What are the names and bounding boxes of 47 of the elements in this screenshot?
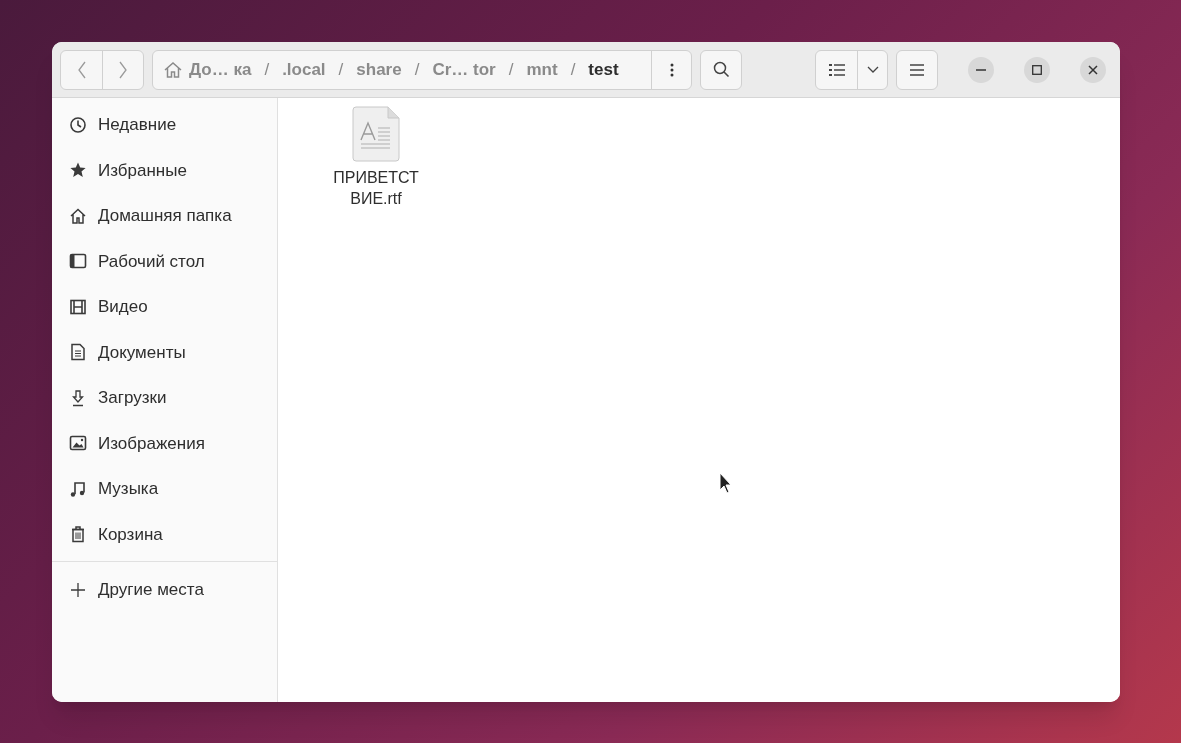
path-separator: / xyxy=(508,58,514,81)
list-icon xyxy=(828,62,845,77)
search-icon xyxy=(712,61,730,78)
home-icon xyxy=(163,60,183,79)
sidebar-item[interactable]: Другие места xyxy=(52,567,277,613)
menu-icon xyxy=(910,63,924,76)
desktop-icon xyxy=(69,252,87,271)
mouse-pointer-icon xyxy=(719,472,732,494)
star-icon xyxy=(69,161,87,180)
sidebar-item[interactable]: Загрузки xyxy=(52,375,277,421)
sidebar-item[interactable]: Рабочий стол xyxy=(52,238,277,284)
sidebar-item[interactable]: Избранные xyxy=(52,147,277,193)
sidebar-item[interactable]: Музыка xyxy=(52,466,277,512)
forward-icon xyxy=(119,60,127,79)
path-separator: / xyxy=(264,58,270,81)
maximize-button[interactable] xyxy=(1024,56,1050,83)
path-separator: / xyxy=(338,58,344,81)
path-segment[interactable]: test xyxy=(588,56,619,83)
close-button[interactable] xyxy=(1080,56,1106,83)
clock-icon xyxy=(69,115,87,134)
maximize-icon xyxy=(1032,64,1042,75)
sidebar-item[interactable]: Видео xyxy=(52,284,277,330)
film-icon xyxy=(69,297,87,316)
home-icon xyxy=(69,206,87,225)
path-separator: / xyxy=(570,58,576,81)
text-document-icon xyxy=(352,106,400,162)
download-icon xyxy=(69,388,87,407)
path-separator: / xyxy=(414,58,420,81)
plus-icon xyxy=(69,580,87,599)
trash-icon xyxy=(69,525,87,544)
document-icon xyxy=(69,343,87,362)
file-item[interactable]: ПРИВЕТСТ ВИЕ.rtf xyxy=(326,106,426,209)
minimize-icon xyxy=(976,68,986,71)
music-note-icon xyxy=(69,479,87,498)
main-menu-button[interactable] xyxy=(896,49,938,90)
minimize-button[interactable] xyxy=(968,56,994,83)
sidebar-item[interactable]: Документы xyxy=(52,329,277,375)
picture-icon xyxy=(69,434,87,453)
search-button[interactable] xyxy=(700,49,742,90)
close-icon xyxy=(1088,64,1098,75)
back-icon xyxy=(77,60,86,79)
more-icon xyxy=(669,62,674,77)
sidebar-item[interactable]: Домашняя папка xyxy=(52,193,277,239)
sidebar-item[interactable]: Корзина xyxy=(52,511,277,557)
chevron-down-icon xyxy=(866,66,879,73)
sidebar-item[interactable]: Изображения xyxy=(52,420,277,466)
sidebar-item[interactable]: Недавние xyxy=(52,102,277,148)
